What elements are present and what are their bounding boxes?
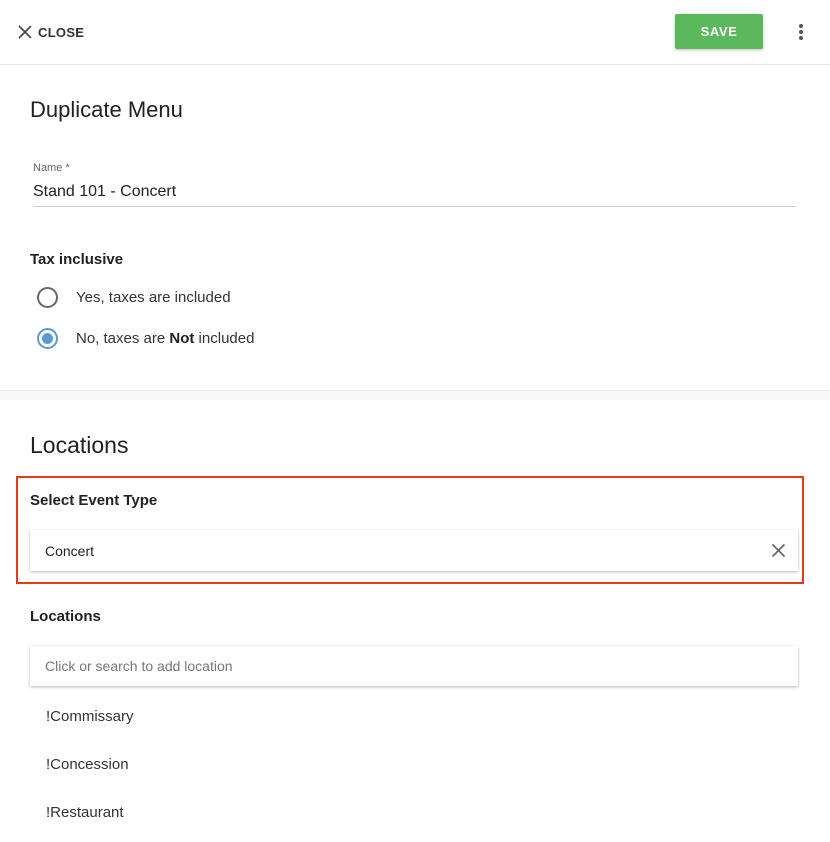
save-label: SAVE [700,24,738,39]
radio-label-suffix: included [194,329,255,347]
close-button[interactable]: CLOSE [18,22,84,42]
radio-label: No, taxes are Not included [76,330,254,347]
location-item-commissary[interactable]: !Commissary [46,708,134,725]
clear-icon[interactable] [771,543,786,558]
radio-label: Yes, taxes are included [76,288,231,306]
location-item-restaurant[interactable]: !Restaurant [46,804,124,821]
locations-section-title: Locations [30,432,129,458]
radio-label-bold: Not [169,329,195,347]
radio-taxes-not-included[interactable]: No, taxes are Not included [37,327,254,349]
name-field-label: Name * [33,162,70,174]
radio-taxes-included[interactable]: Yes, taxes are included [37,286,231,308]
location-item-concession[interactable]: !Concession [46,756,129,773]
event-type-select[interactable]: Concert [30,530,798,571]
radio-button[interactable] [37,286,58,308]
event-type-label: Select Event Type [30,492,158,509]
top-bar: CLOSE SAVE [0,0,830,65]
locations-label: Locations [30,608,101,625]
page-title: Duplicate Menu [30,97,183,122]
save-button[interactable]: SAVE [675,14,763,49]
more-vertical-icon[interactable] [794,22,808,42]
event-type-value: Concert [45,542,95,559]
close-icon [18,25,32,39]
location-search-input[interactable] [45,658,785,674]
location-search[interactable] [30,646,798,686]
radio-button-selected[interactable] [37,327,58,349]
tax-inclusive-label: Tax inclusive [30,251,124,268]
section-divider [0,391,830,400]
name-field[interactable]: Stand 101 - Concert [33,181,796,207]
close-label: CLOSE [38,24,85,40]
radio-label-prefix: No, taxes are [76,329,170,347]
